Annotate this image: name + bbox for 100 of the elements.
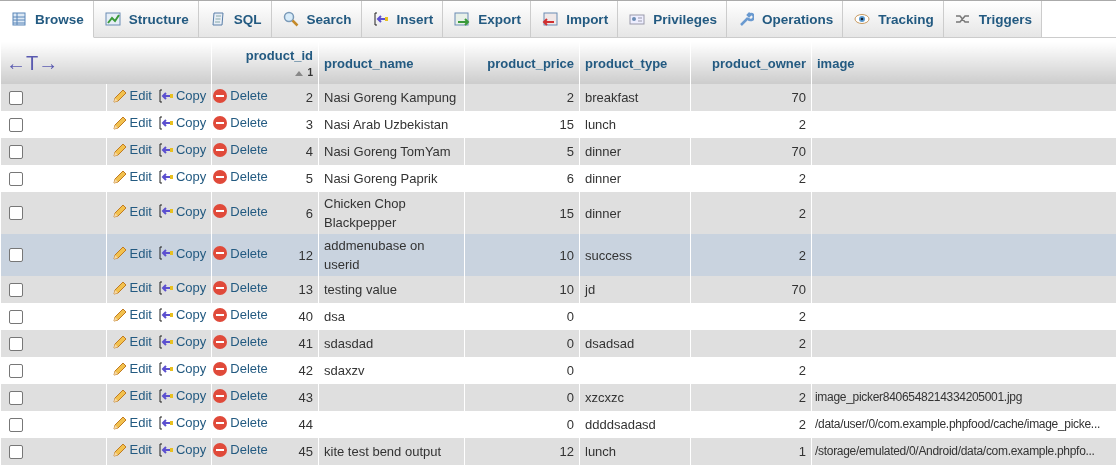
tab[interactable]: Insert — [361, 1, 444, 38]
delete-link[interactable]: Delete — [212, 113, 268, 133]
tab[interactable]: Import — [531, 1, 619, 38]
tab[interactable]: Export — [443, 1, 532, 38]
table-cell: lunch — [585, 117, 617, 132]
row-checkbox[interactable] — [9, 363, 23, 378]
edit-link[interactable]: Edit — [111, 86, 152, 106]
tab-icon — [11, 11, 27, 27]
edit-link[interactable]: Edit — [111, 440, 152, 460]
copy-icon — [157, 360, 174, 377]
row-checkbox[interactable] — [9, 390, 23, 405]
delete-link[interactable]: Delete — [212, 243, 268, 263]
eye-icon — [854, 11, 871, 27]
tab-icon — [372, 11, 389, 27]
column-header[interactable]: product_name — [318, 42, 465, 84]
table-cell: 10 — [559, 247, 574, 263]
column-header[interactable]: image — [811, 42, 1116, 84]
column-toggle[interactable]: ←T→ — [0, 42, 212, 84]
table-cell: image_picker8406548214334205001.jpg — [815, 390, 1023, 404]
table-cell: breakfast — [585, 90, 639, 105]
edit-link[interactable]: Edit — [111, 305, 152, 325]
copy-link[interactable]: Copy — [157, 201, 207, 221]
edit-link[interactable]: Edit — [111, 140, 152, 160]
edit-link[interactable]: Edit — [111, 332, 152, 352]
tab[interactable]: Tracking — [843, 1, 944, 38]
row-checkbox[interactable] — [9, 309, 23, 324]
copy-link[interactable]: Copy — [157, 140, 207, 160]
copy-link[interactable]: Copy — [157, 332, 207, 352]
table-cell: 44 — [298, 417, 313, 432]
column-header[interactable]: product_price — [464, 42, 580, 84]
delete-link[interactable]: Delete — [212, 140, 268, 160]
table-cell: dsa — [324, 309, 345, 324]
table-cell: dinner — [585, 205, 622, 221]
tab[interactable]: Structure — [93, 1, 199, 38]
pencil-icon — [111, 387, 128, 404]
edit-link[interactable]: Edit — [111, 413, 152, 433]
copy-link[interactable]: Copy — [157, 167, 207, 187]
table-cell: dsadsad — [585, 336, 635, 351]
copy-link[interactable]: Copy — [157, 359, 207, 379]
edit-link[interactable]: Edit — [111, 201, 152, 221]
delete-link[interactable]: Delete — [212, 86, 268, 106]
edit-link[interactable]: Edit — [111, 113, 152, 133]
tab[interactable]: Search — [271, 1, 362, 38]
tab-icon — [454, 11, 471, 27]
row-checkbox[interactable] — [9, 282, 23, 297]
table-cell: 6 — [566, 171, 574, 186]
delete-link[interactable]: Delete — [212, 305, 268, 325]
copy-link[interactable]: Copy — [157, 113, 207, 133]
copy-link[interactable]: Copy — [157, 413, 207, 433]
delete-link[interactable]: Delete — [212, 278, 268, 298]
tab[interactable]: Privileges — [618, 1, 727, 38]
edit-link[interactable]: Edit — [111, 278, 152, 298]
table-cell: addmenubase on userid — [324, 238, 425, 272]
column-header[interactable]: product_owner — [690, 42, 812, 84]
delete-link[interactable]: Delete — [212, 413, 268, 433]
table-cell: 12 — [559, 444, 574, 459]
table-cell: dinner — [585, 171, 622, 186]
edit-link[interactable]: Edit — [111, 243, 152, 263]
column-header[interactable]: product_id 1 — [211, 42, 319, 84]
table-cell: dinner — [585, 144, 622, 159]
delete-link[interactable]: Delete — [212, 167, 268, 187]
copy-link[interactable]: Copy — [157, 440, 207, 460]
row-checkbox[interactable] — [9, 248, 23, 262]
pencil-icon — [111, 360, 128, 377]
tab[interactable]: SQL — [198, 1, 272, 38]
row-checkbox[interactable] — [9, 171, 23, 186]
table-cell: ddddsadasd — [585, 417, 656, 432]
copy-link[interactable]: Copy — [157, 278, 207, 298]
table-cell: 43 — [298, 390, 313, 405]
copy-link[interactable]: Copy — [157, 86, 207, 106]
delete-link[interactable]: Delete — [212, 332, 268, 352]
table-cell: 15 — [559, 117, 574, 132]
pencil-icon — [111, 306, 128, 323]
table-cell: sdasdad — [324, 336, 374, 351]
pencil-icon — [111, 245, 128, 262]
row-checkbox[interactable] — [9, 90, 23, 105]
edit-link[interactable]: Edit — [111, 386, 152, 406]
tab[interactable]: Triggers — [943, 1, 1042, 38]
column-header[interactable]: product_type — [579, 42, 691, 84]
delete-link[interactable]: Delete — [212, 359, 268, 379]
delete-link[interactable]: Delete — [212, 201, 268, 221]
row-checkbox[interactable] — [9, 206, 23, 220]
copy-link[interactable]: Copy — [157, 243, 207, 263]
row-checkbox[interactable] — [9, 144, 23, 159]
table-cell: 13 — [298, 282, 313, 297]
row-checkbox[interactable] — [9, 336, 23, 351]
tab-icon — [629, 11, 646, 27]
copy-link[interactable]: Copy — [157, 386, 207, 406]
row-checkbox[interactable] — [9, 117, 23, 132]
copy-link[interactable]: Copy — [157, 305, 207, 325]
pencil-icon — [111, 333, 128, 350]
row-checkbox[interactable] — [9, 417, 23, 432]
edit-link[interactable]: Edit — [111, 359, 152, 379]
delete-link[interactable]: Delete — [212, 386, 268, 406]
delete-link[interactable]: Delete — [212, 440, 268, 460]
row-checkbox[interactable] — [9, 444, 23, 459]
edit-link[interactable]: Edit — [111, 167, 152, 187]
table-cell: 42 — [298, 363, 313, 378]
copy-icon — [157, 87, 174, 104]
tab[interactable]: Operations — [726, 1, 844, 38]
